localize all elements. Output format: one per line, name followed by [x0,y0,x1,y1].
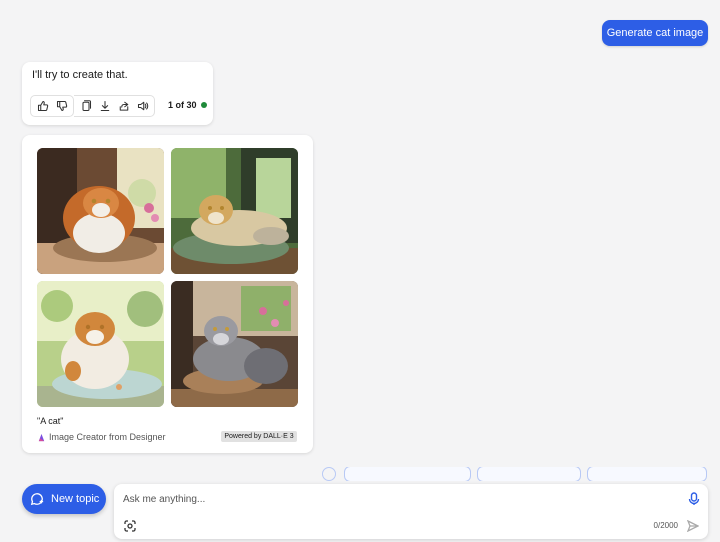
feedback-group [30,95,74,117]
cat-image-2[interactable] [171,148,298,274]
visual-search-icon[interactable] [124,519,136,532]
image-caption: "A cat" [37,416,64,426]
user-message-bubble: Generate cat image [602,20,708,46]
suggestion-chip-1[interactable] [344,467,471,481]
thumbs-down-icon[interactable] [52,96,71,116]
designer-logo-icon [38,433,45,441]
suggestion-chips [322,467,720,481]
new-topic-button[interactable]: New topic [22,484,106,514]
bot-reply-card: I'll try to create that. 1 of 30 [22,62,213,125]
suggestion-chip-2[interactable] [477,467,581,481]
powered-by-badge: Powered by DALL·E 3 [221,431,297,442]
copy-icon[interactable] [76,96,95,116]
new-topic-label: New topic [51,493,100,505]
suggestion-chip-3[interactable] [587,467,707,481]
cat-image-1[interactable] [37,148,164,274]
send-icon[interactable] [686,519,700,533]
chat-input[interactable] [123,492,663,506]
download-icon[interactable] [95,96,114,116]
image-creator-label: Image Creator from Designer [49,432,166,442]
character-counter: 0/2000 [653,521,678,530]
status-dot [200,102,207,108]
bot-reply-text: I'll try to create that. [32,69,128,81]
microphone-icon[interactable] [688,492,700,506]
share-group [74,95,155,117]
new-topic-icon [30,492,44,506]
suggestion-icon [322,467,336,481]
cat-image-3[interactable] [37,281,164,407]
image-creator-link[interactable]: Image Creator from Designer [37,432,166,442]
thumbs-up-icon[interactable] [33,96,52,116]
chat-composer: 0/2000 [114,484,708,539]
response-counter: 1 of 30 [168,100,207,110]
cat-image-4[interactable] [171,281,298,407]
share-icon[interactable] [114,96,133,116]
image-result-card: "A cat" Image Creator from Designer Powe… [22,135,313,453]
speaker-icon[interactable] [133,96,152,116]
